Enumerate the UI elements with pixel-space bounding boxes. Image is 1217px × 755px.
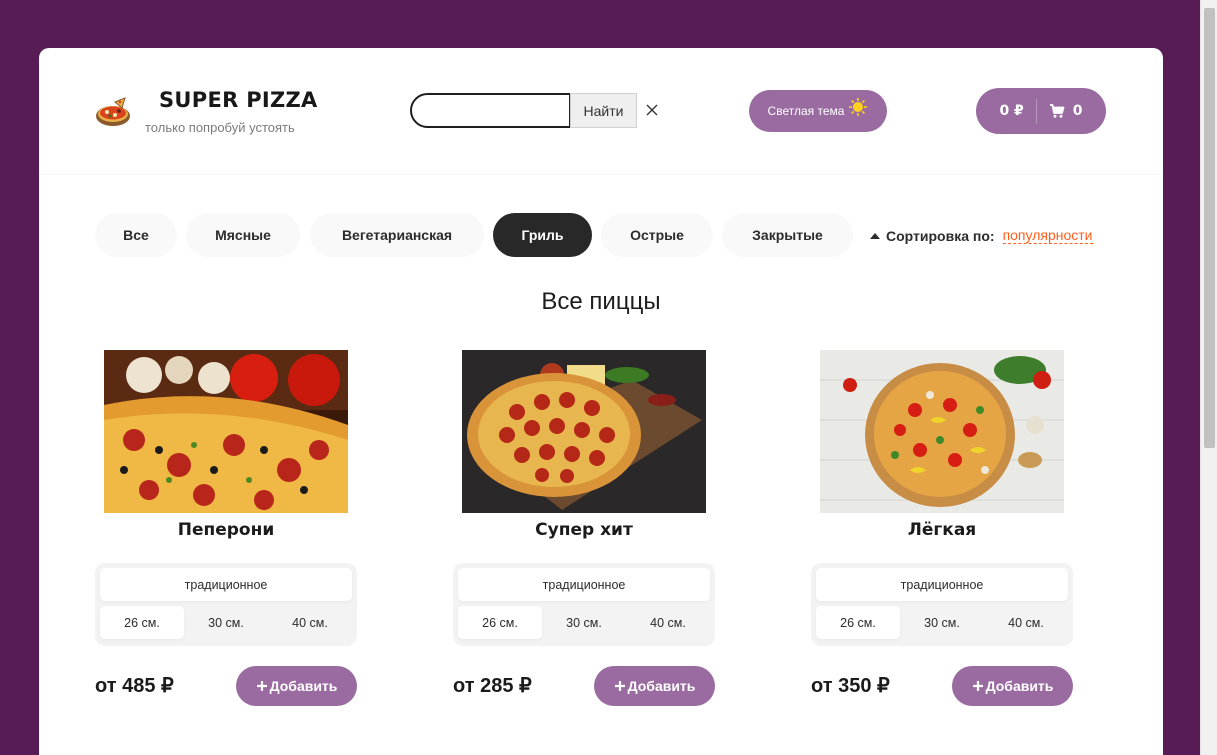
pizza-card: Лёгкая традиционное 26 см. 30 см. 40 см.… [811, 350, 1073, 710]
pizza-card: Супер хит традиционное 26 см. 30 см. 40 … [453, 350, 715, 710]
pizza-name: Лёгкая [907, 520, 977, 540]
add-to-cart-button[interactable]: Добавить [952, 666, 1073, 706]
size-option-30[interactable]: 30 см. [542, 606, 626, 639]
add-button-label: Добавить [985, 678, 1054, 694]
page-scrollbar[interactable] [1200, 0, 1217, 755]
category-grill[interactable]: Гриль [493, 213, 592, 257]
sort-label: Сортировка по: [886, 227, 995, 244]
header: SUPER PIZZA только попробуй устоять Найт… [39, 48, 1163, 175]
size-option-26[interactable]: 26 см. [458, 606, 542, 639]
scrollbar-thumb[interactable] [1204, 8, 1215, 448]
dough-option-traditional[interactable]: традиционное [100, 568, 352, 601]
add-button-label: Добавить [269, 678, 338, 694]
category-vegetarian[interactable]: Вегетарианская [310, 213, 484, 257]
category-all[interactable]: Все [95, 213, 177, 257]
pizza-image [104, 350, 348, 513]
pizza-card: Пеперони традиционное 26 см. 30 см. 40 с… [95, 350, 357, 710]
cart-total: 0 ₽ [999, 103, 1024, 119]
pizza-options: традиционное 26 см. 30 см. 40 см. [95, 563, 357, 646]
sort-value[interactable]: популярности [1002, 227, 1093, 244]
search-button[interactable]: Найти [570, 93, 637, 128]
pizza-logo-icon[interactable] [95, 94, 131, 130]
add-to-cart-button[interactable]: Добавить [236, 666, 357, 706]
pizza-image [820, 350, 1064, 513]
size-option-40[interactable]: 40 см. [268, 606, 352, 639]
plus-icon [972, 681, 983, 691]
app-title: SUPER PIZZA [159, 88, 318, 112]
plus-icon [256, 681, 267, 691]
theme-button-label: Светлая тема [767, 104, 845, 118]
size-option-26[interactable]: 26 см. [100, 606, 184, 639]
pizza-name: Пеперони [177, 520, 275, 540]
size-option-30[interactable]: 30 см. [184, 606, 268, 639]
cart-icon [1049, 104, 1065, 118]
close-icon[interactable] [642, 100, 662, 120]
pizza-options: традиционное 26 см. 30 см. 40 см. [453, 563, 715, 646]
caret-up-icon[interactable] [870, 232, 880, 239]
category-closed[interactable]: Закрытые [722, 213, 853, 257]
size-option-30[interactable]: 30 см. [900, 606, 984, 639]
cart-button[interactable]: 0 ₽ 0 [976, 88, 1106, 134]
pizza-image [462, 350, 706, 513]
app-subtitle: только попробуй устоять [145, 120, 295, 135]
search-input[interactable] [410, 93, 571, 128]
size-option-26[interactable]: 26 см. [816, 606, 900, 639]
category-spicy[interactable]: Острые [601, 213, 713, 257]
theme-toggle-button[interactable]: Светлая тема [749, 90, 887, 132]
cart-count: 0 [1072, 103, 1083, 119]
size-option-40[interactable]: 40 см. [626, 606, 710, 639]
pizza-price: от 350 ₽ [811, 675, 890, 697]
size-option-40[interactable]: 40 см. [984, 606, 1068, 639]
sort-control: Сортировка по: популярности [870, 227, 1093, 244]
pizza-name: Супер хит [535, 520, 633, 540]
add-to-cart-button[interactable]: Добавить [594, 666, 715, 706]
sun-icon [849, 98, 868, 116]
pizza-price: от 285 ₽ [453, 675, 532, 697]
dough-option-traditional[interactable]: традиционное [816, 568, 1068, 601]
plus-icon [614, 681, 625, 691]
pizza-price: от 485 ₽ [95, 675, 174, 697]
pizza-options: традиционное 26 см. 30 см. 40 см. [811, 563, 1073, 646]
dough-option-traditional[interactable]: традиционное [458, 568, 710, 601]
category-meat[interactable]: Мясные [186, 213, 300, 257]
page-wrapper: SUPER PIZZA только попробуй устоять Найт… [39, 48, 1163, 755]
add-button-label: Добавить [627, 678, 696, 694]
section-title: Все пиццы [541, 288, 661, 315]
